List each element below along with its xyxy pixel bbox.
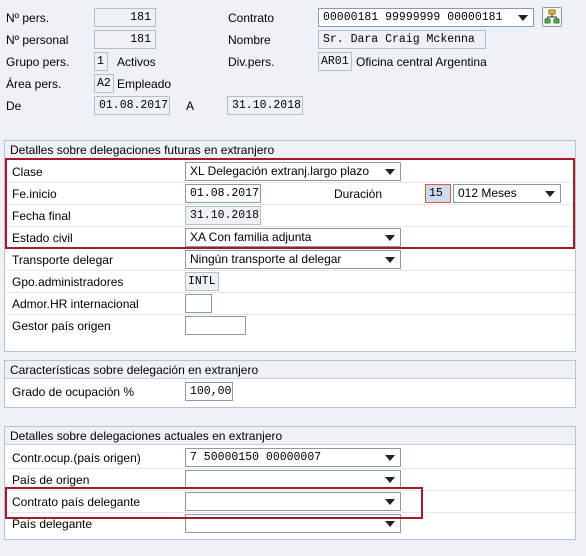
contr-ocup-label: Contr.ocup.(país origen) <box>12 451 141 465</box>
characteristics-title: Características sobre delegación en extr… <box>5 361 575 379</box>
transporte-label: Transporte delegar <box>12 253 113 267</box>
nr-personal-field: 181 <box>94 30 156 49</box>
contr-ocup-select[interactable]: 7 50000150 00000007 <box>185 448 401 467</box>
contrato-value: 00000181 99999999 00000181 <box>323 11 503 24</box>
area-pers-label: Área pers. <box>6 77 62 91</box>
area-pers-text: Empleado <box>117 77 172 91</box>
nombre-field: Sr. Dara Craig Mckenna <box>318 30 486 49</box>
grupo-pers-label: Grupo pers. <box>6 55 70 69</box>
current-delegations-title: Detalles sobre delegaciones actuales en … <box>5 427 575 445</box>
grado-label: Grado de ocupación % <box>12 385 135 399</box>
org-structure-button[interactable] <box>542 7 562 27</box>
chevron-down-icon <box>518 15 528 21</box>
a-date-field: 31.10.2018 <box>227 96 303 115</box>
a-label: A <box>186 99 195 113</box>
gestor-field[interactable] <box>185 316 246 335</box>
nr-pers-label: Nº pers. <box>6 11 50 25</box>
nr-personal-label: Nº personal <box>6 33 69 47</box>
grupo-pers-code: 1 <box>94 52 108 71</box>
transporte-select[interactable]: Ningún transporte al delegar <box>185 250 401 269</box>
div-pers-code: AR01 <box>318 52 352 71</box>
chevron-down-icon <box>385 477 395 483</box>
highlight-future-details <box>5 158 575 249</box>
hierarchy-icon <box>544 9 560 24</box>
gpo-admin-field: INTL <box>185 272 219 291</box>
div-pers-label: Div.pers. <box>228 55 275 69</box>
gpo-admin-label: Gpo.administradores <box>12 275 124 289</box>
area-pers-code: A2 <box>94 74 114 93</box>
de-date-field: 01.08.2017 <box>94 96 170 115</box>
grado-field[interactable]: 100,00 <box>185 382 233 401</box>
chevron-down-icon <box>385 521 395 527</box>
contr-ocup-value: 7 50000150 00000007 <box>190 451 322 464</box>
chevron-down-icon <box>385 257 395 263</box>
admor-hr-label: Admor.HR internacional <box>12 297 139 311</box>
transporte-value: Ningún transporte al delegar <box>190 252 342 266</box>
nombre-label: Nombre <box>228 33 271 47</box>
admor-hr-field[interactable] <box>185 294 212 313</box>
highlight-contrato-delegante <box>5 487 423 519</box>
gestor-label: Gestor país origen <box>12 319 111 333</box>
nr-pers-field: 181 <box>94 8 156 27</box>
contrato-label: Contrato <box>228 11 275 25</box>
chevron-down-icon <box>385 455 395 461</box>
contrato-select[interactable]: 00000181 99999999 00000181 <box>318 8 534 27</box>
grupo-pers-text: Activos <box>117 55 156 69</box>
de-label: De <box>6 99 22 113</box>
div-pers-text: Oficina central Argentina <box>356 55 487 69</box>
future-delegations-title: Detalles sobre delegaciones futuras en e… <box>5 141 575 159</box>
